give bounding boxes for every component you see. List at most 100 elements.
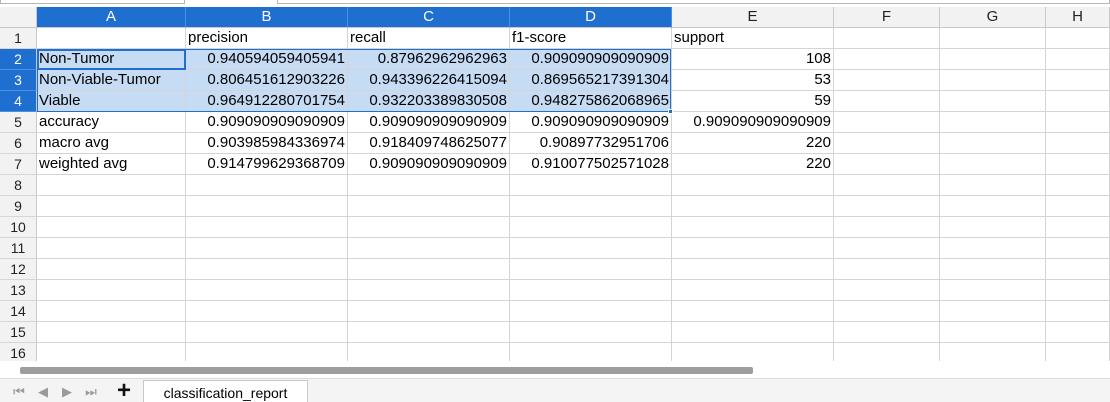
cell-d11[interactable] bbox=[510, 238, 672, 259]
cell-a5[interactable]: accuracy bbox=[37, 112, 186, 133]
cell-e15[interactable] bbox=[672, 322, 834, 343]
cell-h7[interactable] bbox=[1046, 154, 1110, 175]
row-header-11[interactable]: 11 bbox=[0, 238, 37, 259]
cell-c6[interactable]: 0.918409748625077 bbox=[348, 133, 510, 154]
cell-a6[interactable]: macro avg bbox=[37, 133, 186, 154]
cell-c9[interactable] bbox=[348, 196, 510, 217]
cell-e4[interactable]: 59 bbox=[672, 91, 834, 112]
horizontal-scrollbar-thumb[interactable] bbox=[20, 367, 753, 374]
cell-c12[interactable] bbox=[348, 259, 510, 280]
column-header-h[interactable]: H bbox=[1046, 7, 1110, 28]
cell-a10[interactable] bbox=[37, 217, 186, 238]
cell-d6[interactable]: 0.90897732951706 bbox=[510, 133, 672, 154]
cell-c8[interactable] bbox=[348, 175, 510, 196]
cell-c4[interactable]: 0.932203389830508 bbox=[348, 91, 510, 112]
cell-f2[interactable] bbox=[834, 49, 940, 70]
cell-e9[interactable] bbox=[672, 196, 834, 217]
cell-f14[interactable] bbox=[834, 301, 940, 322]
cell-b3[interactable]: 0.806451612903226 bbox=[186, 70, 348, 91]
cell-f5[interactable] bbox=[834, 112, 940, 133]
cell-h15[interactable] bbox=[1046, 322, 1110, 343]
cell-b2[interactable]: 0.940594059405941 bbox=[186, 49, 348, 70]
cell-e1[interactable]: support bbox=[672, 28, 834, 49]
cell-c14[interactable] bbox=[348, 301, 510, 322]
cell-a3[interactable]: Non-Viable-Tumor bbox=[37, 70, 186, 91]
cell-h10[interactable] bbox=[1046, 217, 1110, 238]
cell-e8[interactable] bbox=[672, 175, 834, 196]
cell-h4[interactable] bbox=[1046, 91, 1110, 112]
select-all-corner[interactable] bbox=[0, 7, 37, 28]
row-header-14[interactable]: 14 bbox=[0, 301, 37, 322]
cell-b11[interactable] bbox=[186, 238, 348, 259]
cell-a11[interactable] bbox=[37, 238, 186, 259]
name-box[interactable] bbox=[0, 0, 185, 4]
row-header-5[interactable]: 5 bbox=[0, 112, 37, 133]
last-sheet-icon[interactable]: ⏭ bbox=[84, 384, 98, 400]
cell-e11[interactable] bbox=[672, 238, 834, 259]
row-header-8[interactable]: 8 bbox=[0, 175, 37, 196]
cell-h1[interactable] bbox=[1046, 28, 1110, 49]
cell-b5[interactable]: 0.909090909090909 bbox=[186, 112, 348, 133]
cell-c3[interactable]: 0.943396226415094 bbox=[348, 70, 510, 91]
cell-a15[interactable] bbox=[37, 322, 186, 343]
cell-e10[interactable] bbox=[672, 217, 834, 238]
cell-d10[interactable] bbox=[510, 217, 672, 238]
row-header-10[interactable]: 10 bbox=[0, 217, 37, 238]
cell-e14[interactable] bbox=[672, 301, 834, 322]
cell-d9[interactable] bbox=[510, 196, 672, 217]
cell-a13[interactable] bbox=[37, 280, 186, 301]
cell-f10[interactable] bbox=[834, 217, 940, 238]
cell-g10[interactable] bbox=[940, 217, 1046, 238]
cell-a12[interactable] bbox=[37, 259, 186, 280]
cell-e3[interactable]: 53 bbox=[672, 70, 834, 91]
cell-b8[interactable] bbox=[186, 175, 348, 196]
cell-a9[interactable] bbox=[37, 196, 186, 217]
cell-f1[interactable] bbox=[834, 28, 940, 49]
cell-f3[interactable] bbox=[834, 70, 940, 91]
cell-h2[interactable] bbox=[1046, 49, 1110, 70]
cell-b15[interactable] bbox=[186, 322, 348, 343]
row-header-2[interactable]: 2 bbox=[0, 49, 37, 70]
first-sheet-icon[interactable]: ⏮ bbox=[12, 384, 26, 400]
cell-c5[interactable]: 0.909090909090909 bbox=[348, 112, 510, 133]
cell-a16[interactable] bbox=[37, 343, 186, 361]
cell-c15[interactable] bbox=[348, 322, 510, 343]
cell-a4[interactable]: Viable bbox=[37, 91, 186, 112]
row-header-12[interactable]: 12 bbox=[0, 259, 37, 280]
cell-d13[interactable] bbox=[510, 280, 672, 301]
cell-a7[interactable]: weighted avg bbox=[37, 154, 186, 175]
cell-e12[interactable] bbox=[672, 259, 834, 280]
cell-d12[interactable] bbox=[510, 259, 672, 280]
cell-c10[interactable] bbox=[348, 217, 510, 238]
cell-h3[interactable] bbox=[1046, 70, 1110, 91]
cell-b14[interactable] bbox=[186, 301, 348, 322]
cell-e13[interactable] bbox=[672, 280, 834, 301]
cell-h16[interactable] bbox=[1046, 343, 1110, 361]
cell-b7[interactable]: 0.914799629368709 bbox=[186, 154, 348, 175]
cell-h9[interactable] bbox=[1046, 196, 1110, 217]
cell-c2[interactable]: 0.87962962962963 bbox=[348, 49, 510, 70]
cell-g16[interactable] bbox=[940, 343, 1046, 361]
column-header-e[interactable]: E bbox=[672, 7, 834, 28]
cell-g2[interactable] bbox=[940, 49, 1046, 70]
cell-h12[interactable] bbox=[1046, 259, 1110, 280]
cell-d1[interactable]: f1-score bbox=[510, 28, 672, 49]
cell-b6[interactable]: 0.903985984336974 bbox=[186, 133, 348, 154]
cell-f7[interactable] bbox=[834, 154, 940, 175]
cell-d8[interactable] bbox=[510, 175, 672, 196]
column-header-f[interactable]: F bbox=[834, 7, 940, 28]
row-header-6[interactable]: 6 bbox=[0, 133, 37, 154]
sheet-tab-classification-report[interactable]: classification_report bbox=[143, 380, 308, 402]
cell-d2[interactable]: 0.909090909090909 bbox=[510, 49, 672, 70]
fill-handle[interactable] bbox=[668, 109, 673, 114]
cell-e7[interactable]: 220 bbox=[672, 154, 834, 175]
cell-f9[interactable] bbox=[834, 196, 940, 217]
cell-d14[interactable] bbox=[510, 301, 672, 322]
column-header-a[interactable]: A bbox=[37, 7, 186, 28]
cell-g12[interactable] bbox=[940, 259, 1046, 280]
cell-g7[interactable] bbox=[940, 154, 1046, 175]
cell-g5[interactable] bbox=[940, 112, 1046, 133]
cell-c16[interactable] bbox=[348, 343, 510, 361]
cell-g1[interactable] bbox=[940, 28, 1046, 49]
cell-b13[interactable] bbox=[186, 280, 348, 301]
